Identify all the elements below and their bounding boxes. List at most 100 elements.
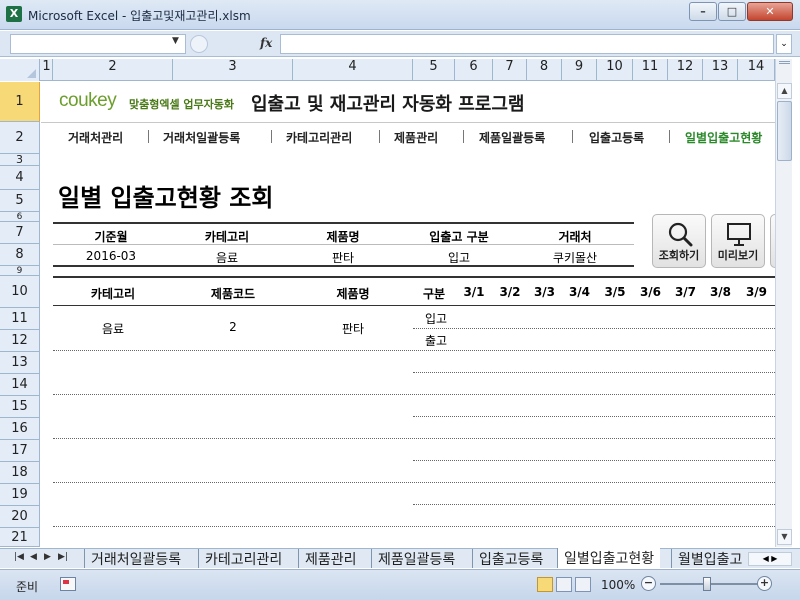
column-header[interactable]: 10 [597, 59, 633, 81]
grid-row-line [53, 438, 775, 439]
sheet-tab[interactable]: 카테고리관리 [198, 549, 288, 568]
criteria-category-value[interactable]: 음료 [169, 249, 285, 266]
column-header[interactable]: 7 [493, 59, 527, 81]
column-header[interactable]: 11 [633, 59, 668, 81]
search-button[interactable]: 조회하기 [652, 214, 706, 268]
criteria-type-value[interactable]: 입고 [401, 249, 517, 266]
column-header[interactable]: 13 [703, 59, 738, 81]
criteria-month-value[interactable]: 2016-03 [53, 249, 169, 263]
zoom-level[interactable]: 100% [601, 578, 635, 592]
nav-product-management[interactable]: 제품관리 [394, 129, 438, 146]
column-header[interactable]: 14 [738, 59, 775, 81]
zoom-out-icon[interactable]: − [641, 576, 656, 591]
insert-function-button[interactable]: fx [260, 36, 272, 50]
scroll-down-icon[interactable]: ▼ [777, 529, 792, 545]
row-header[interactable]: 20 [0, 506, 40, 528]
normal-view-button[interactable] [537, 577, 553, 592]
select-all-corner[interactable] [0, 59, 40, 81]
column-header[interactable]: 4 [293, 59, 413, 81]
row-header[interactable]: 8 [0, 244, 40, 266]
first-sheet-icon[interactable]: |◀ [14, 552, 24, 562]
criteria-client-value[interactable]: 쿠키몰산 [517, 249, 633, 266]
row-header[interactable]: 14 [0, 374, 40, 396]
grid-cell-name[interactable]: 판타 [293, 320, 413, 337]
nav-category-management[interactable]: 카테고리관리 [286, 129, 352, 146]
page-layout-view-button[interactable] [556, 577, 572, 592]
formula-input[interactable] [280, 34, 774, 54]
last-sheet-icon[interactable]: ▶| [58, 552, 68, 562]
column-header[interactable]: 2 [53, 59, 173, 81]
horizontal-scroll-icon[interactable]: ◀ ▶ [748, 552, 792, 566]
sheet-tab[interactable]: 제품일괄등록 [371, 549, 461, 568]
grid-row-line [413, 372, 775, 373]
column-header[interactable]: 5 [413, 59, 455, 81]
grid-cell-category[interactable]: 음료 [53, 320, 173, 337]
row-header[interactable]: 2 [0, 122, 40, 154]
scroll-up-icon[interactable]: ▲ [777, 83, 792, 99]
row-header[interactable]: 21 [0, 528, 40, 547]
formula-bar-expand-icon[interactable]: ⌄ [776, 34, 792, 54]
name-box-dropdown-icon[interactable]: ▼ [172, 36, 179, 46]
grid-header-date: 3/7 [674, 285, 697, 299]
column-header[interactable]: 3 [173, 59, 293, 81]
row-header[interactable]: 5 [0, 190, 40, 212]
row-header[interactable]: 13 [0, 352, 40, 374]
row-header[interactable]: 18 [0, 462, 40, 484]
formula-expand-icon[interactable] [190, 35, 208, 53]
excel-icon[interactable]: X [6, 6, 22, 22]
sheet-tab[interactable]: 제품관리 [298, 549, 363, 568]
row-header[interactable]: 12 [0, 330, 40, 352]
split-handle[interactable] [779, 61, 790, 79]
row-header[interactable]: 19 [0, 484, 40, 506]
name-box[interactable] [10, 34, 186, 54]
column-header[interactable]: 12 [668, 59, 703, 81]
worksheet-area[interactable]: coukey 맞춤형엑셀 업무자동화 입출고 및 재고관리 자동화 프로그램 거… [41, 82, 775, 547]
column-header[interactable]: 1 [41, 59, 53, 81]
page-break-view-button[interactable] [575, 577, 591, 592]
row-header[interactable]: 10 [0, 276, 40, 308]
minimize-button[interactable]: – [689, 2, 717, 21]
vertical-scrollbar[interactable]: ▲ ▼ [775, 59, 792, 547]
row-header[interactable]: 11 [0, 308, 40, 330]
next-sheet-icon[interactable]: ▶ [44, 552, 51, 562]
column-header[interactable]: 6 [455, 59, 493, 81]
grid-row-line [53, 482, 775, 483]
row-header[interactable]: 9 [0, 266, 40, 276]
close-button[interactable]: ✕ [747, 2, 793, 21]
maximize-button[interactable]: □ [718, 2, 746, 21]
sheet-tab[interactable]: 거래처일괄등록 [84, 549, 187, 568]
title-bar: X Microsoft Excel - 입출고및재고관리.xlsm – □ ✕ [0, 0, 800, 30]
row-header[interactable]: 4 [0, 166, 40, 190]
criteria-product-value[interactable]: 판타 [285, 249, 401, 266]
criteria-header: 카테고리 [204, 230, 250, 244]
navigation-bar: 거래처관리 거래처일괄등록 카테고리관리 제품관리 제품일괄등록 입출고등록 일… [41, 122, 775, 150]
result-grid-header: 카테고리 제품코드 제품명 구분 3/1 3/2 3/3 3/4 3/5 3/6… [53, 276, 775, 306]
row-header[interactable]: 17 [0, 440, 40, 462]
nav-daily-inout-status[interactable]: 일별입출고현황 [685, 129, 762, 146]
nav-client-bulk-register[interactable]: 거래처일괄등록 [163, 129, 240, 146]
macro-record-icon[interactable] [60, 577, 76, 591]
row-header[interactable]: 6 [0, 212, 40, 222]
grid-cell-type-in[interactable]: 입고 [421, 310, 451, 327]
scroll-thumb[interactable] [777, 101, 792, 161]
prev-sheet-icon[interactable]: ◀ [30, 552, 37, 562]
row-header[interactable]: 1 [0, 82, 40, 122]
section-title: 일별 입출고현황 조회 [58, 184, 274, 212]
preview-button[interactable]: 미리보기 [711, 214, 765, 268]
column-header[interactable]: 8 [527, 59, 562, 81]
grid-cell-code[interactable]: 2 [173, 320, 293, 334]
zoom-in-icon[interactable]: + [757, 576, 772, 591]
sheet-tab[interactable]: 입출고등록 [472, 549, 549, 568]
zoom-slider-thumb[interactable] [703, 577, 711, 591]
nav-client-management[interactable]: 거래처관리 [68, 129, 123, 146]
row-header[interactable]: 15 [0, 396, 40, 418]
sheet-tab[interactable]: 월별입출고 [671, 549, 746, 568]
column-header[interactable]: 9 [562, 59, 597, 81]
row-header[interactable]: 16 [0, 418, 40, 440]
sheet-tab-active[interactable]: 일별입출고현황 [557, 548, 661, 568]
row-header[interactable]: 3 [0, 153, 40, 166]
nav-product-bulk-register[interactable]: 제품일괄등록 [479, 129, 545, 146]
grid-cell-type-out[interactable]: 출고 [421, 332, 451, 349]
nav-inout-register[interactable]: 입출고등록 [589, 129, 644, 146]
row-header[interactable]: 7 [0, 222, 40, 244]
